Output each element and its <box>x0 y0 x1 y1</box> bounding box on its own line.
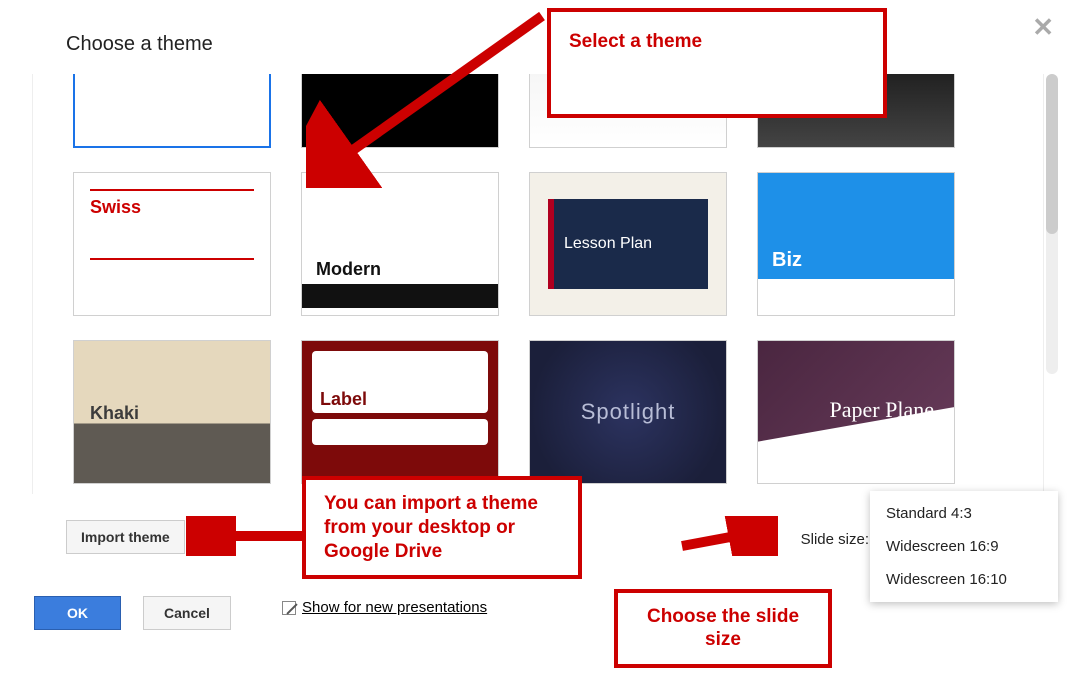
ok-button[interactable]: OK <box>34 596 121 630</box>
theme-label: Label <box>320 389 480 410</box>
dialog-title: Choose a theme <box>66 33 213 56</box>
theme-label: Modern <box>302 259 498 280</box>
theme-card-khaki[interactable]: Khaki <box>73 340 271 484</box>
close-icon[interactable]: ✕ <box>1032 12 1054 43</box>
theme-card-modern[interactable]: Modern <box>301 172 499 316</box>
annotation-select-theme: Select a theme <box>547 8 887 118</box>
annotation-choose-size: Choose the slide size <box>614 589 832 669</box>
theme-card-swiss[interactable]: Swiss <box>73 172 271 316</box>
annotation-import-theme: You can import a theme from your desktop… <box>302 476 582 579</box>
checkbox-label: Show for new presentations <box>302 599 487 616</box>
size-option-standard[interactable]: Standard 4:3 <box>870 497 1058 530</box>
theme-card-spotlight[interactable]: Spotlight <box>529 340 727 484</box>
theme-card-biz[interactable]: Biz <box>757 172 955 316</box>
size-option-widescreen-16-9[interactable]: Widescreen 16:9 <box>870 530 1058 563</box>
checkbox-icon[interactable] <box>282 601 296 615</box>
theme-label: Swiss <box>90 197 254 218</box>
import-theme-button[interactable]: Import theme <box>66 520 185 554</box>
theme-label: Khaki <box>90 403 139 424</box>
theme-row: Swiss Modern Lesson Plan Biz <box>73 172 1003 316</box>
theme-label: Paper Plane <box>830 397 934 423</box>
theme-card-paper-plane[interactable]: Paper Plane <box>757 340 955 484</box>
scrollbar-thumb[interactable] <box>1046 74 1058 234</box>
arrow-icon <box>186 516 306 556</box>
arrow-icon <box>306 8 546 188</box>
cancel-button[interactable]: Cancel <box>143 596 231 630</box>
theme-label: Lesson Plan <box>564 235 652 253</box>
theme-label: Biz <box>772 249 802 272</box>
slide-size-label: Slide size: <box>801 531 869 548</box>
theme-label: Spotlight <box>581 399 676 425</box>
size-option-widescreen-16-10[interactable]: Widescreen 16:10 <box>870 563 1058 596</box>
theme-card[interactable] <box>73 74 271 148</box>
theme-card-label[interactable]: Label <box>301 340 499 484</box>
scrollbar[interactable] <box>1046 74 1058 374</box>
theme-card-lesson-plan[interactable]: Lesson Plan <box>529 172 727 316</box>
show-for-new-checkbox-row[interactable]: Show for new presentations <box>282 599 487 616</box>
arrow-icon <box>678 516 778 556</box>
theme-row: Khaki Label Spotlight Paper Plane <box>73 340 1003 484</box>
slide-size-menu: Standard 4:3 Widescreen 16:9 Widescreen … <box>870 491 1058 602</box>
dialog-footer: OK Cancel <box>34 596 231 630</box>
choose-theme-dialog: Choose a theme ✕ Swiss Modern <box>0 0 1074 674</box>
